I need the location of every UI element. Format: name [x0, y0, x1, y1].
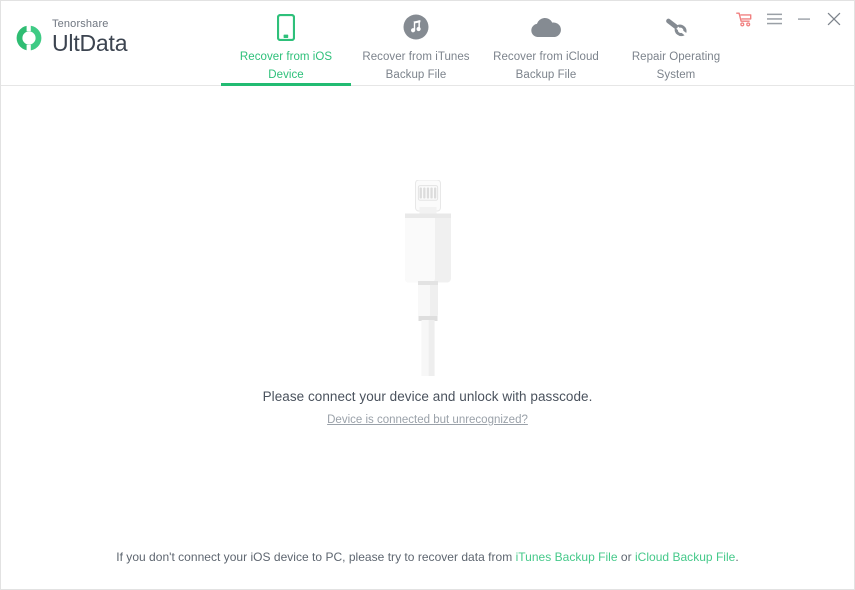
wrench-icon — [611, 12, 741, 42]
tab-recover-from-itunes-backup[interactable]: Recover from iTunes Backup File — [351, 1, 481, 86]
window-controls — [734, 10, 844, 28]
brand-product: UltData — [52, 30, 128, 56]
footer-hint: If you don't connect your iOS device to … — [1, 550, 854, 564]
brand-logo: Tenorshare UltData — [15, 19, 127, 56]
ultdata-window: Tenorshare UltData Recover from iOS Devi… — [0, 0, 855, 590]
tab-label: Recover from iCloud Backup File — [493, 51, 599, 81]
cable-graphic — [404, 180, 451, 376]
itunes-backup-link[interactable]: iTunes Backup File — [516, 550, 618, 564]
menu-icon[interactable] — [764, 10, 784, 28]
footer-hint-middle: or — [617, 550, 635, 564]
tab-recover-from-icloud-backup[interactable]: Recover from iCloud Backup File — [481, 1, 611, 86]
tab-label: Repair Operating System — [631, 51, 721, 81]
cloud-icon — [481, 12, 611, 42]
cart-icon[interactable] — [734, 10, 754, 28]
tab-label: Recover from iOS Device — [239, 51, 333, 81]
tenorshare-logo-icon — [15, 23, 43, 52]
minimize-icon[interactable] — [794, 10, 814, 28]
brand-text: Tenorshare UltData — [52, 19, 127, 56]
connect-prompt: Please connect your device and unlock wi… — [1, 389, 854, 428]
phone-icon — [221, 12, 351, 42]
tab-recover-from-ios-device[interactable]: Recover from iOS Device — [221, 1, 351, 86]
main-content: Please connect your device and unlock wi… — [1, 86, 854, 589]
tab-label: Recover from iTunes Backup File — [362, 51, 470, 81]
footer-hint-prefix: If you don't connect your iOS device to … — [116, 550, 516, 564]
unrecognized-device-link[interactable]: Device is connected but unrecognized? — [327, 414, 528, 426]
app-header: Tenorshare UltData Recover from iOS Devi… — [1, 1, 854, 86]
footer-hint-suffix: . — [735, 550, 739, 564]
prompt-message: Please connect your device and unlock wi… — [262, 389, 593, 404]
tab-repair-operating-system[interactable]: Repair Operating System — [611, 1, 741, 86]
brand-company: Tenorshare — [52, 18, 109, 30]
tab-bar: Recover from iOS Device Recover from iTu… — [221, 1, 741, 86]
lightning-cable-illustration — [1, 180, 854, 376]
icloud-backup-link[interactable]: iCloud Backup File — [635, 550, 735, 564]
music-note-icon — [351, 12, 481, 42]
close-icon[interactable] — [824, 10, 844, 28]
